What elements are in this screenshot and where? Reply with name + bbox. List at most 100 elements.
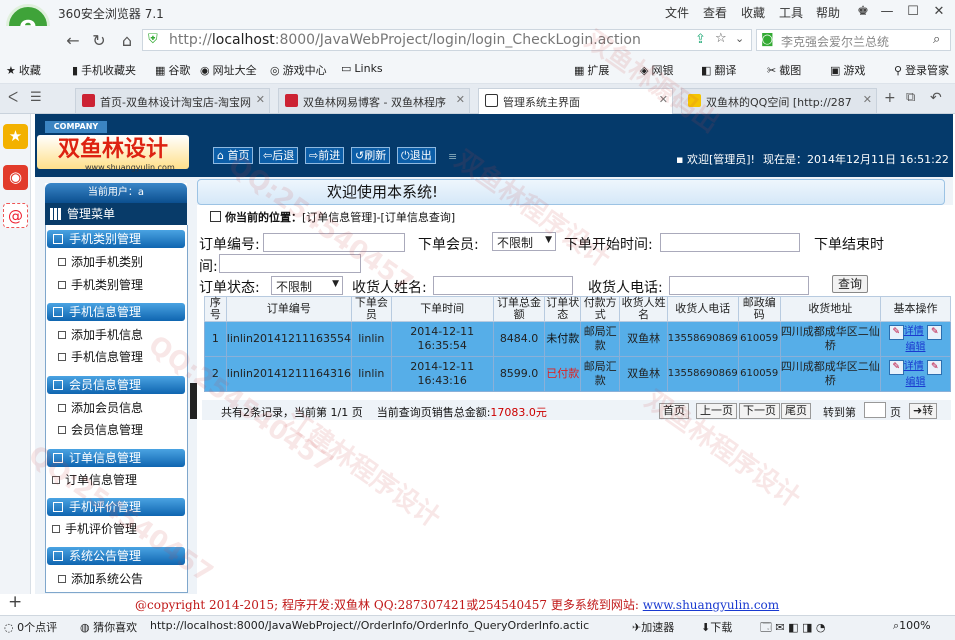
menu-item-add-phone-info[interactable]: 添加手机信息 <box>58 326 143 343</box>
close-icon[interactable]: ✕ <box>256 93 265 106</box>
tab-admin[interactable]: 管理系统主界面 ✕ <box>478 88 673 115</box>
menu-section-notice[interactable]: 系统公告管理 <box>47 547 185 565</box>
receiver-name-input[interactable] <box>433 276 573 295</box>
undo-close-icon[interactable]: ↶ <box>930 90 942 106</box>
footer-website-link[interactable]: www.shuangyulin.com <box>643 598 779 612</box>
close-window-icon[interactable]: ✕ <box>928 2 950 22</box>
minimize-icon[interactable]: — <box>876 2 898 22</box>
share-icon[interactable]: ⇪ <box>695 32 706 47</box>
ext-screenshot[interactable]: ✂ 截图 <box>767 62 801 78</box>
menu-favorites[interactable]: 收藏 <box>741 4 765 21</box>
menu-section-member[interactable]: 会员信息管理 <box>47 376 185 394</box>
tab-taobao[interactable]: 首页-双鱼林设计淘宝店-淘宝网 ✕ <box>75 88 270 113</box>
menu-view[interactable]: 查看 <box>703 4 727 21</box>
ext-translate[interactable]: ◧ 翻译 <box>701 62 736 78</box>
fav-sites[interactable]: ◉ 网址大全 <box>200 62 257 78</box>
menu-section-order[interactable]: 订单信息管理 <box>47 449 185 467</box>
detail-icon[interactable]: ✎ <box>888 359 904 375</box>
search-engine-icon[interactable]: ◙ <box>761 32 774 47</box>
back-button[interactable]: ⇦后退 <box>259 147 299 164</box>
tab-manage-icon[interactable]: ⧉ <box>906 90 915 105</box>
prev-page-button[interactable]: 上一页 <box>696 403 737 419</box>
new-tab-icon[interactable]: + <box>884 90 896 106</box>
skin-icon[interactable]: ♚ <box>852 2 874 22</box>
menu-item-manage-order[interactable]: 订单信息管理 <box>52 471 137 488</box>
comments-status[interactable]: ◌ 0个点评 <box>4 619 57 635</box>
address-dropdown-icon[interactable]: ⌄ <box>735 32 744 45</box>
menu-item-manage-review[interactable]: 手机评价管理 <box>52 520 137 537</box>
menu-item-manage-phone-category[interactable]: 手机类别管理 <box>58 276 143 293</box>
home-button[interactable]: ⌂ 首页 <box>213 147 254 164</box>
menu-item-add-phone-category[interactable]: 添加手机类别 <box>58 253 143 270</box>
jump-page-input[interactable] <box>864 402 886 418</box>
search-input[interactable]: 李克强会爱尔兰总统 <box>781 33 889 50</box>
add-icon[interactable]: + <box>8 592 22 612</box>
menu-file[interactable]: 文件 <box>665 4 689 21</box>
menu-section-review[interactable]: 手机评价管理 <box>47 498 185 516</box>
member-select[interactable]: 不限制 ▼ <box>492 232 556 251</box>
close-icon[interactable]: ✕ <box>456 93 465 106</box>
ext-bank[interactable]: ◈ 网银 <box>640 62 673 78</box>
order-no-input[interactable] <box>263 233 405 252</box>
tab-list-icon[interactable]: ᐸ <box>8 90 18 106</box>
tab-history-icon[interactable]: ☰ <box>30 90 42 105</box>
fav-google[interactable]: ▦ 谷歌 <box>155 62 190 78</box>
start-time-input[interactable] <box>660 233 800 252</box>
translate-icon: ◧ <box>701 64 712 77</box>
edit-link[interactable]: 编辑 <box>905 342 925 353</box>
fav-games[interactable]: ◎ 游戏中心 <box>270 62 327 78</box>
accelerator[interactable]: ✈加速器 <box>632 619 674 635</box>
close-icon[interactable]: ✕ <box>863 93 872 106</box>
forward-button[interactable]: ⇨前进 <box>305 147 345 164</box>
menu-item-add-member[interactable]: 添加会员信息 <box>58 399 143 416</box>
back-icon[interactable]: ← <box>62 30 84 52</box>
weibo-icon[interactable]: ◉ <box>3 165 28 190</box>
download[interactable]: ⬇下载 <box>701 619 732 635</box>
ext-games[interactable]: ▣ 游戏 <box>830 62 865 78</box>
fav-links[interactable]: ▭ Links <box>341 62 383 75</box>
receiver-phone-input[interactable] <box>669 276 809 295</box>
last-page-button[interactable]: 尾页 <box>781 403 811 419</box>
logout-button[interactable]: ⏻退出 <box>397 147 436 164</box>
zoom-level[interactable]: ⌕100% <box>893 619 931 633</box>
edit-icon[interactable]: ✎ <box>927 359 943 375</box>
tab-qzone[interactable]: 双鱼林的QQ空间 [http://287 ✕ <box>681 88 877 113</box>
reload-icon[interactable]: ↻ <box>88 30 110 52</box>
fav-mobile[interactable]: ▮ 手机收藏夹 <box>72 62 136 78</box>
home-icon[interactable]: ⌂ <box>116 30 138 52</box>
favorites-star-icon[interactable]: ★ <box>3 124 28 149</box>
mail-icon[interactable]: @ <box>3 203 28 228</box>
refresh-button[interactable]: ↺刷新 <box>351 147 391 164</box>
menu-help[interactable]: 帮助 <box>816 4 840 21</box>
first-page-button[interactable]: 首页 <box>659 403 689 419</box>
ext-login[interactable]: ⚲ 登录管家 <box>894 62 949 78</box>
address-text[interactable]: http://localhost:8000/JavaWebProject/log… <box>169 32 641 48</box>
address-bar[interactable]: ⛨ http://localhost:8000/JavaWebProject/l… <box>142 29 752 51</box>
edit-icon[interactable]: ✎ <box>927 324 943 340</box>
menu-item-add-notice[interactable]: 添加系统公告 <box>58 570 143 587</box>
menu-item-manage-member[interactable]: 会员信息管理 <box>58 421 143 438</box>
ext-extensions[interactable]: ▦ 扩展 <box>574 62 609 78</box>
tab-blog[interactable]: 双鱼林网易博客 - 双鱼林程序 ✕ <box>278 88 470 113</box>
detail-link[interactable]: 详情 <box>904 361 924 372</box>
go-button[interactable]: ➜转 <box>909 403 938 419</box>
end-time-input[interactable] <box>219 254 361 273</box>
edit-link[interactable]: 编辑 <box>905 377 925 388</box>
menu-section-phone-info[interactable]: 手机信息管理 <box>47 303 185 321</box>
menu-item-manage-phone-info[interactable]: 手机信息管理 <box>58 348 143 365</box>
menu-section-phone-category[interactable]: 手机类别管理 <box>47 230 185 248</box>
search-box[interactable]: ◙ 李克强会爱尔兰总统 ⌕ <box>756 29 951 51</box>
query-button[interactable]: 查询 <box>832 275 868 293</box>
guess-you-like[interactable]: ◍ 猜你喜欢 <box>80 619 137 635</box>
maximize-icon[interactable]: ☐ <box>902 2 924 22</box>
order-state-select[interactable]: 不限制 ▼ <box>271 276 343 295</box>
menu-collapse-handle[interactable] <box>190 383 197 419</box>
bookmark-star-icon[interactable]: ☆ <box>715 31 727 46</box>
search-icon[interactable]: ⌕ <box>933 32 940 47</box>
menu-tools[interactable]: 工具 <box>779 4 803 21</box>
detail-link[interactable]: 详情 <box>904 326 924 337</box>
detail-icon[interactable]: ✎ <box>888 324 904 340</box>
next-page-button[interactable]: 下一页 <box>739 403 780 419</box>
close-icon[interactable]: ✕ <box>659 93 668 106</box>
fav-collect[interactable]: ★ 收藏 <box>6 62 41 78</box>
